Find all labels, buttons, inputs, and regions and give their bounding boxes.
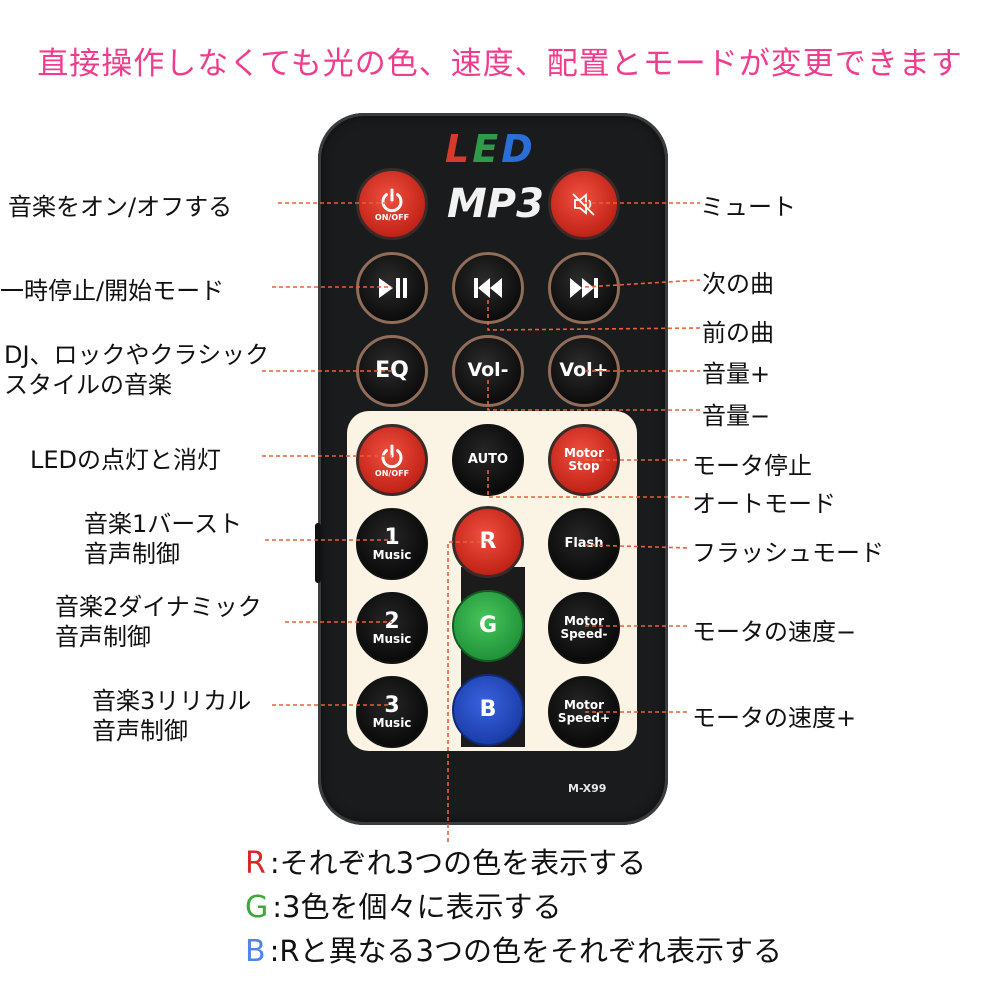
label-music3: 音楽3リリカル 音声制御 xyxy=(92,686,251,746)
power-caption: ON/OFF xyxy=(374,212,410,222)
music1-caption: Music xyxy=(372,548,412,563)
led-power-button[interactable]: ON/OFF xyxy=(356,424,428,496)
label-mute: ミュート xyxy=(700,193,796,221)
flash-button[interactable]: Flash xyxy=(548,508,620,580)
auto-button[interactable]: AUTO xyxy=(452,424,524,496)
vol-minus-button[interactable]: Vol- xyxy=(452,335,524,407)
music1-button[interactable]: 1 Music xyxy=(356,508,428,580)
g-label: G xyxy=(478,613,498,639)
label-motor-stop: モータ停止 xyxy=(692,452,812,480)
legend-b-key: B xyxy=(245,934,266,969)
legend-g: G:3色を個々に表示する xyxy=(245,884,561,926)
music1-number: 1 xyxy=(384,525,400,551)
legend-b: B:Rと異なる3つの色をそれぞれ表示する xyxy=(245,928,782,970)
label-pause-start: 一時停止/開始モード xyxy=(0,277,225,305)
label-vol-up: 音量+ xyxy=(702,360,771,388)
vol-plus-button[interactable]: Vol+ xyxy=(548,335,620,407)
r-label: R xyxy=(479,529,497,555)
legend-g-key: G xyxy=(245,890,269,925)
next-icon xyxy=(570,278,598,298)
label-speed-plus: モータの速度+ xyxy=(692,704,857,732)
label-led-onoff: LEDの点灯と消灯 xyxy=(30,446,222,474)
auto-label: AUTO xyxy=(467,452,509,468)
music3-number: 3 xyxy=(384,693,400,719)
next-button[interactable] xyxy=(548,252,620,324)
flash-label: Flash xyxy=(564,536,604,552)
b-label: B xyxy=(479,697,497,723)
label-auto-mode: オートモード xyxy=(692,490,836,518)
label-next: 次の曲 xyxy=(702,270,774,298)
legend-b-text: :Rと異なる3つの色をそれぞれ表示する xyxy=(269,934,782,968)
label-music2-line1: 音楽2ダイナミック xyxy=(55,593,262,621)
music2-number: 2 xyxy=(384,609,400,635)
vol-minus-label: Vol- xyxy=(467,359,509,382)
power-button[interactable]: ON/OFF xyxy=(356,168,428,240)
label-music1: 音楽1バースト 音声制御 xyxy=(84,509,242,569)
music3-button[interactable]: 3 Music xyxy=(356,676,428,748)
motor-speed-minus-label-2: Speed- xyxy=(560,627,608,641)
music2-button[interactable]: 2 Music xyxy=(356,592,428,664)
legend-r: R:それぞれ3つの色を表示する xyxy=(245,840,646,882)
music3-caption: Music xyxy=(372,716,412,731)
led-power-caption: ON/OFF xyxy=(374,468,410,478)
model-code: M-X99 xyxy=(568,782,607,795)
motor-stop-label-2: Stop xyxy=(568,459,600,473)
led-logo: LED xyxy=(445,127,536,171)
headline: 直接操作しなくても光の色、速度、配置とモードが変更できます xyxy=(37,46,963,82)
label-music2-line2: 音声制御 xyxy=(55,623,151,651)
label-music1-line1: 音楽1バースト xyxy=(84,510,243,538)
motor-speed-plus-button[interactable]: Motor Speed+ xyxy=(548,676,620,748)
mute-icon xyxy=(572,193,595,216)
eq-label: EQ xyxy=(375,358,409,384)
logo-letter-l: L xyxy=(445,127,473,171)
label-speed-minus: モータの速度− xyxy=(692,618,857,646)
label-flash-mode: フラッシュモード xyxy=(692,539,884,567)
motor-speed-plus-label-2: Speed+ xyxy=(557,711,611,725)
label-prev: 前の曲 xyxy=(702,319,774,347)
label-style-line1: DJ、ロックやクラシック xyxy=(4,341,270,369)
previous-icon xyxy=(474,278,502,298)
label-vol-down: 音量− xyxy=(702,402,771,430)
previous-button[interactable] xyxy=(452,252,524,324)
vol-plus-label: Vol+ xyxy=(559,359,609,382)
legend-r-key: R xyxy=(245,846,266,881)
eq-button[interactable]: EQ xyxy=(356,335,428,407)
label-music3-line2: 音声制御 xyxy=(92,717,188,745)
logo-letter-e: E xyxy=(472,127,502,171)
label-music1-line2: 音声制御 xyxy=(84,540,180,568)
power-icon xyxy=(381,444,403,468)
label-music-onoff: 音楽をオン/オフする xyxy=(8,193,233,221)
mp3-label: MP3 xyxy=(447,181,544,227)
mute-button[interactable] xyxy=(548,168,620,240)
logo-letter-d: D xyxy=(501,127,536,171)
legend-g-text: :3色を個々に表示する xyxy=(272,890,562,924)
g-button[interactable]: G xyxy=(452,590,524,662)
power-icon xyxy=(381,188,403,212)
b-button[interactable]: B xyxy=(452,674,524,746)
label-style-line2: スタイルの音楽 xyxy=(4,371,172,399)
r-button[interactable]: R xyxy=(452,506,524,578)
motor-speed-minus-button[interactable]: Motor Speed- xyxy=(548,592,620,664)
play-pause-button[interactable] xyxy=(356,252,428,324)
label-style: DJ、ロックやクラシック スタイルの音楽 xyxy=(4,340,269,400)
motor-stop-button[interactable]: Motor Stop xyxy=(548,424,620,496)
label-music2: 音楽2ダイナミック 音声制御 xyxy=(55,592,262,652)
label-music3-line1: 音楽3リリカル xyxy=(92,687,252,715)
legend-r-text: :それぞれ3つの色を表示する xyxy=(269,846,647,880)
play-pause-icon xyxy=(379,278,407,298)
music2-caption: Music xyxy=(372,632,412,647)
